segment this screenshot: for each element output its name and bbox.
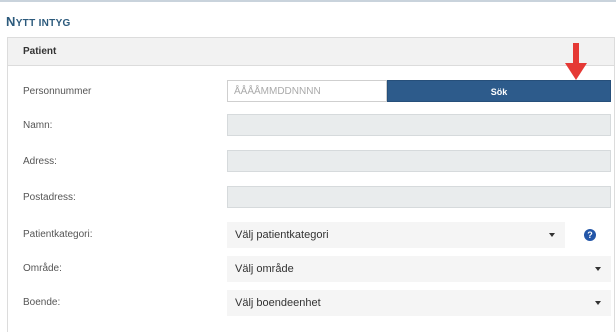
boende-selected: Välj boendeenhet <box>235 297 321 309</box>
namn-row: Namn: <box>8 114 614 138</box>
omrade-selected: Välj område <box>235 263 294 275</box>
namn-field <box>227 114 611 136</box>
search-button[interactable]: Sök <box>387 80 611 102</box>
page-title-rest: YTT INTYG <box>15 18 71 29</box>
patientkategori-select[interactable]: Välj patientkategori <box>227 222 565 248</box>
chevron-down-icon <box>549 233 555 237</box>
adress-field <box>227 150 611 172</box>
boende-select[interactable]: Välj boendeenhet <box>227 290 611 316</box>
postadress-field <box>227 186 611 208</box>
question-circle-icon[interactable]: ? <box>584 229 596 241</box>
top-rule <box>0 0 616 2</box>
omrade-row: Område: Välj område <box>8 256 614 282</box>
page-title-initial: N <box>6 14 16 29</box>
chevron-down-icon <box>595 267 601 271</box>
personnummer-label: Personnummer <box>23 86 92 97</box>
personnummer-input[interactable]: ÅÅÅÅMMDDNNNN <box>227 80 387 102</box>
postadress-row: Postadress: <box>8 186 614 210</box>
postadress-label: Postadress: <box>23 192 76 203</box>
red-down-arrow-icon <box>565 43 587 80</box>
svg-text:?: ? <box>587 230 593 240</box>
omrade-label: Område: <box>23 263 62 274</box>
patientkategori-selected: Välj patientkategori <box>235 229 329 241</box>
adress-row: Adress: <box>8 150 614 174</box>
boende-label: Boende: <box>23 297 61 308</box>
adress-label: Adress: <box>23 156 57 167</box>
patient-panel: Patient Personnummer ÅÅÅÅMMDDNNNN Sök Na… <box>7 37 615 332</box>
namn-label: Namn: <box>23 120 53 131</box>
omrade-select[interactable]: Välj område <box>227 256 611 282</box>
personnummer-row: Personnummer ÅÅÅÅMMDDNNNN Sök <box>8 80 614 104</box>
patientkategori-row: Patientkategori: Välj patientkategori ? <box>8 222 614 248</box>
boende-row: Boende: Välj boendeenhet <box>8 290 614 316</box>
patientkategori-label: Patientkategori: <box>23 229 93 240</box>
page-title: NYTT INTYG <box>6 14 71 29</box>
chevron-down-icon <box>595 301 601 305</box>
panel-header: Patient <box>8 38 614 66</box>
